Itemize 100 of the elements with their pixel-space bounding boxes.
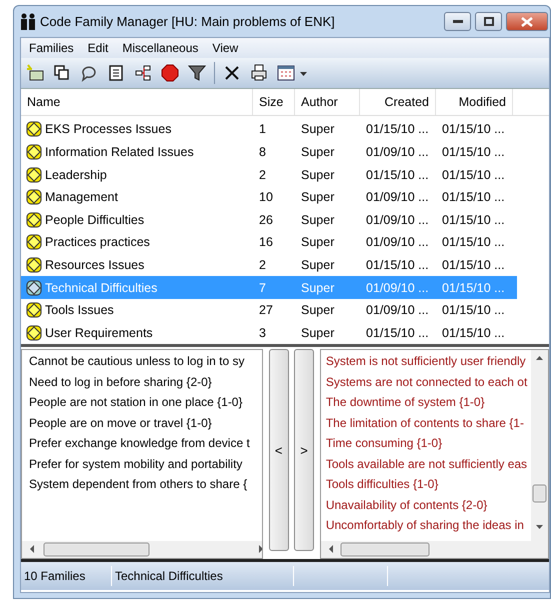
size-cell-text: 26: [258, 212, 274, 227]
size-cell-text: 2: [258, 258, 267, 272]
printer-icon[interactable]: [249, 63, 269, 83]
modified-cell-text: 01/15/10 ...: [441, 258, 506, 272]
size-cell-text: 3: [258, 326, 267, 340]
code-family-icon: [25, 233, 43, 252]
author-cell-text: Super: [300, 144, 336, 159]
code-family-icon: [25, 142, 43, 161]
window-title: Code Family Manager [HU: Main problems of ENK]: [40, 14, 336, 29]
list-item[interactable]: Prefer exchange knowledge from device t: [29, 436, 262, 456]
list-item[interactable]: System is not sufficiently user friendly: [326, 354, 531, 374]
family-row[interactable]: People Difficulties 26 Super 01/09/10 ... 01/15/10 ...: [21, 208, 517, 232]
hierarchy-icon[interactable]: [133, 63, 153, 83]
menu-item[interactable]: View: [206, 41, 244, 55]
modified-cell-text: 01/15/10 ...: [441, 144, 506, 159]
list-item[interactable]: The downtime of system {1-0}: [326, 395, 531, 416]
created-cell-text: 01/15/10 ...: [365, 258, 430, 272]
code-family-icon: [25, 301, 43, 320]
list-item[interactable]: System dependent from others to share {: [29, 477, 262, 498]
family-name: Technical Difficulties: [21, 278, 253, 297]
column-header[interactable]: Size: [253, 89, 295, 116]
size-cell-text: 16: [258, 235, 274, 250]
column-header[interactable]: Created: [360, 89, 436, 116]
move-left-button[interactable]: <: [268, 349, 289, 551]
size-cell-text: 27: [258, 303, 274, 318]
family-name: Information Related Issues: [21, 142, 253, 161]
created-cell-text: 01/09/10 ...: [365, 280, 430, 295]
code-family-icon: [25, 188, 43, 206]
author-cell-text: Super: [300, 280, 336, 295]
new-folder-icon[interactable]: [25, 63, 45, 83]
close-icon: [521, 16, 533, 26]
list-item[interactable]: Need to log in before sharing {2-0}: [29, 374, 262, 395]
family-name: User Requirements: [21, 324, 253, 342]
minimize-button[interactable]: [444, 12, 471, 31]
list-item[interactable]: Time consuming {1-0}: [326, 436, 531, 456]
family-name: Tools Issues: [21, 301, 253, 320]
list-item[interactable]: Uncomfortably of sharing the ideas in: [326, 518, 531, 538]
menu-item[interactable]: Families: [23, 41, 80, 55]
maximize-icon: [484, 17, 494, 26]
list-item[interactable]: The limitation of contents to share {1-: [326, 416, 531, 436]
modified-cell-text: 01/15/10 ...: [441, 326, 506, 340]
size-cell-text: 10: [258, 190, 274, 204]
family-name: Management: [21, 188, 253, 206]
modified-cell-text: 01/15/10 ...: [441, 212, 506, 227]
code-family-icon: [25, 210, 43, 229]
code-family-icon: [25, 324, 43, 342]
modified-cell-text: 01/15/10 ...: [441, 190, 506, 204]
modified-cell-text: 01/15/10 ...: [441, 235, 506, 250]
list-item[interactable]: Systems are not connected to each ot: [326, 374, 531, 395]
author-cell-text: Super: [300, 235, 336, 250]
size-cell-text: 1: [258, 122, 267, 136]
list-item[interactable]: Prefer for system mobility and portability: [29, 456, 262, 477]
created-cell-text: 01/09/10 ...: [365, 303, 430, 318]
list-item[interactable]: Tools available are not sufficiently eas: [326, 456, 531, 477]
family-row[interactable]: User Requirements 3 Super 01/15/10 ... 01/15/10 ...: [21, 321, 517, 344]
modified-cell-text: 01/15/10 ...: [441, 168, 506, 182]
author-cell-text: Super: [300, 212, 336, 227]
calendar-dropdown-button[interactable]: [276, 63, 310, 83]
created-cell-text: 01/09/10 ...: [365, 190, 430, 204]
family-row[interactable]: Tools Issues 27 Super 01/09/10 ... 01/15/10 ...: [21, 298, 517, 322]
size-cell-text: 8: [258, 144, 267, 159]
family-name: Practices practices: [21, 233, 253, 252]
created-cell-text: 01/15/10 ...: [365, 122, 430, 136]
column-header[interactable]: Modified: [436, 89, 513, 116]
menu-item[interactable]: Miscellaneous: [116, 41, 204, 55]
created-cell-text: 01/15/10 ...: [365, 168, 430, 182]
created-cell-text: 01/09/10 ...: [365, 144, 430, 159]
list-item[interactable]: People are on move or travel {1-0}: [29, 416, 262, 436]
filter-icon[interactable]: [187, 63, 207, 83]
code-family-icon: [25, 120, 43, 138]
column-header[interactable]: Name: [21, 89, 253, 116]
created-cell-text: 01/09/10 ...: [365, 235, 430, 250]
list-item[interactable]: Unavailability of contents {2-0}: [326, 498, 531, 518]
code-family-icon: [25, 166, 43, 184]
maximize-button[interactable]: [475, 12, 502, 31]
family-name: People Difficulties: [21, 210, 253, 229]
modified-cell-text: 01/15/10 ...: [441, 122, 506, 136]
family-name: EKS Processes Issues: [21, 120, 253, 138]
family-row[interactable]: Information Related Issues 8 Super 01/09/10 ... 01/15/10 ...: [21, 140, 517, 164]
size-cell-text: 7: [258, 280, 267, 295]
family-row[interactable]: Practices practices 16 Super 01/09/10 ... 01/15/10 ...: [21, 231, 517, 254]
family-row[interactable]: Leadership 2 Super 01/15/10 ... 01/15/10 ...: [21, 163, 517, 186]
list-item[interactable]: People are not station in one place {1-0}: [29, 395, 262, 416]
code-family-icon: [25, 256, 43, 274]
created-cell-text: 01/09/10 ...: [365, 212, 430, 227]
status-text: 10 Families: [21, 566, 112, 586]
family-name: Resources Issues: [21, 256, 253, 274]
close-button[interactable]: [506, 12, 548, 31]
list-item[interactable]: Cannot be cautious unless to log in to sy: [29, 354, 262, 374]
menu-item[interactable]: Edit: [82, 41, 114, 55]
stop-sign-icon[interactable]: [160, 63, 180, 83]
column-header[interactable]: Author: [295, 89, 360, 116]
list-item[interactable]: Tools difficulties {1-0}: [326, 477, 531, 498]
copy-icon[interactable]: [52, 63, 72, 83]
author-cell-text: Super: [300, 190, 336, 204]
author-cell-text: Super: [300, 122, 336, 136]
family-row[interactable]: EKS Processes Issues 1 Super 01/15/10 ... 01/15/10 ...: [21, 118, 517, 141]
family-row[interactable]: Resources Issues 2 Super 01/15/10 ... 01/15/10 ...: [21, 254, 517, 276]
family-row[interactable]: Management 10 Super 01/09/10 ... 01/15/10 ...: [21, 186, 517, 208]
move-right-button[interactable]: >: [294, 349, 314, 551]
